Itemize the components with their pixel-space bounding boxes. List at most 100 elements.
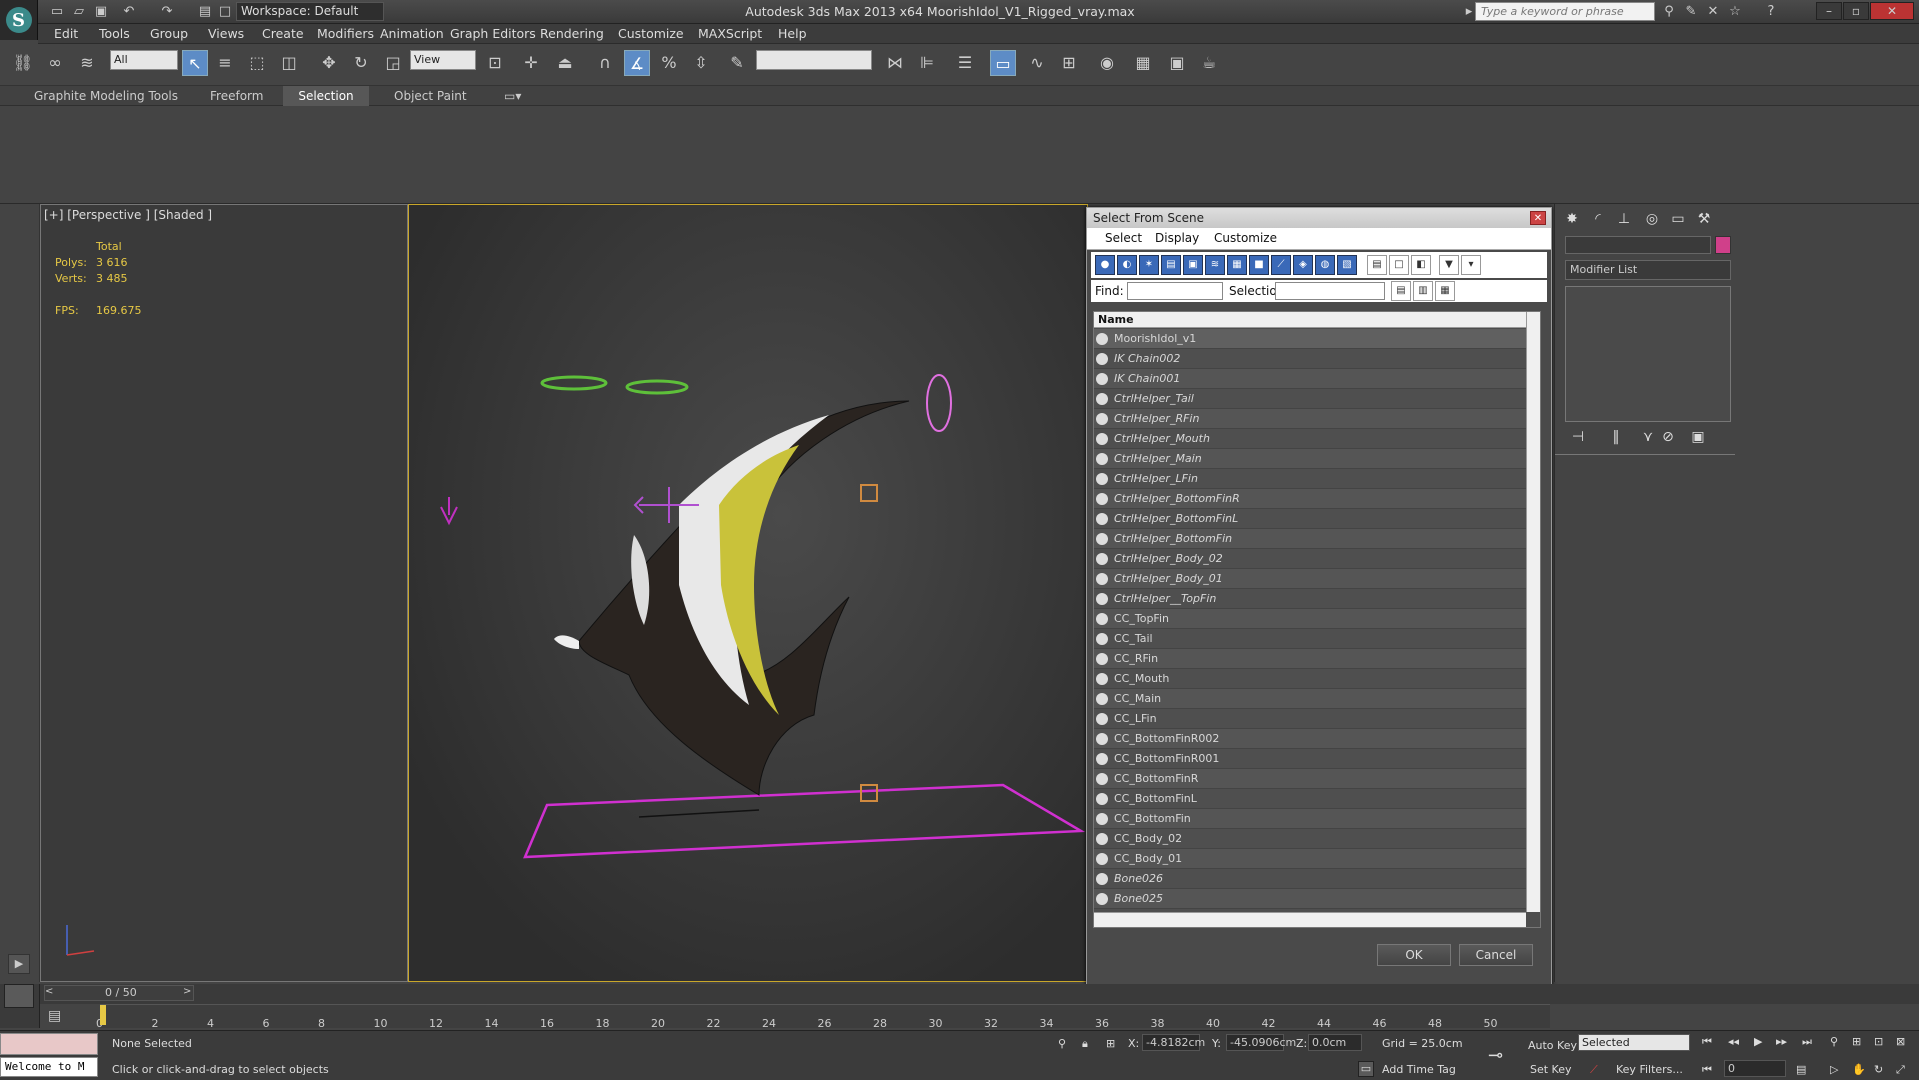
dialog-close-button[interactable]: ✕ xyxy=(1530,211,1546,225)
list-item[interactable]: CC_LFin xyxy=(1094,709,1526,729)
open-file-icon[interactable]: ▱ xyxy=(70,3,88,21)
render-setup-icon[interactable]: ▦ xyxy=(1130,50,1156,76)
layer-manager-icon[interactable]: ☰ xyxy=(952,50,978,76)
material-editor-icon[interactable]: ◉ xyxy=(1094,50,1120,76)
list-item[interactable]: CtrlHelper_BottomFin xyxy=(1094,529,1526,549)
display-geometry-icon[interactable]: ● xyxy=(1095,255,1115,275)
tab-object-paint[interactable]: Object Paint xyxy=(388,86,473,106)
modifier-stack[interactable] xyxy=(1565,286,1731,422)
goto-end-icon[interactable]: ⏭ xyxy=(1802,1035,1812,1049)
menu-rendering[interactable]: Rendering xyxy=(540,24,604,44)
list-item[interactable]: Bone026 xyxy=(1094,869,1526,889)
select-manipulate-icon[interactable]: ✛ xyxy=(518,50,544,76)
zoom-all-icon[interactable]: ⊞ xyxy=(1852,1035,1861,1048)
absolute-mode-icon[interactable]: ⊞ xyxy=(1106,1037,1115,1050)
list-item[interactable]: CtrlHelper_LFin xyxy=(1094,469,1526,489)
tab-selection[interactable]: Selection xyxy=(283,86,369,106)
key-mode-toggle-icon[interactable]: ⏮ xyxy=(1702,1063,1712,1077)
named-selection-icon[interactable]: ✎ xyxy=(724,50,750,76)
list-item[interactable]: IK Chain001 xyxy=(1094,369,1526,389)
help-icon[interactable]: ? xyxy=(1762,3,1780,21)
viewport-label[interactable]: [+] [Perspective ] [Shaded ] xyxy=(44,208,212,222)
keyboard-shortcut-icon[interactable]: ⏏ xyxy=(552,50,578,76)
time-prev-icon[interactable]: < xyxy=(45,986,55,1000)
curve-editor-icon[interactable]: ∿ xyxy=(1024,50,1050,76)
display-hidden-icon[interactable]: ▧ xyxy=(1337,255,1357,275)
create-selection-set-icon[interactable]: ▤ xyxy=(1391,281,1411,301)
viewport-left[interactable] xyxy=(40,204,408,982)
create-tab-icon[interactable]: ✸ xyxy=(1561,208,1583,230)
isolate-icon[interactable]: ⚲ xyxy=(1058,1037,1066,1050)
set-key-button[interactable]: Set Key xyxy=(1530,1063,1572,1076)
menu-maxscript[interactable]: MAXScript xyxy=(698,24,762,44)
select-by-name-icon[interactable]: ≡ xyxy=(212,50,238,76)
list-item[interactable]: CtrlHelper__TopFin xyxy=(1094,589,1526,609)
zoom-icon[interactable]: ⚲ xyxy=(1830,1035,1838,1048)
list-item[interactable]: CC_BottomFinR001 xyxy=(1094,749,1526,769)
viewport-perspective[interactable] xyxy=(408,204,1088,982)
list-item[interactable]: CC_Body_01 xyxy=(1094,849,1526,869)
list-item[interactable]: CtrlHelper_Tail xyxy=(1094,389,1526,409)
dialog-menu-customize[interactable]: Customize xyxy=(1214,231,1277,245)
list-item[interactable]: CC_BottomFinR002 xyxy=(1094,729,1526,749)
favorites-star-icon[interactable]: ☆ xyxy=(1726,3,1744,21)
current-frame-field[interactable]: 0 xyxy=(1724,1060,1786,1077)
selection-set-dropdown[interactable] xyxy=(1275,282,1385,300)
display-lights-icon[interactable]: ✶ xyxy=(1139,255,1159,275)
object-color-swatch[interactable] xyxy=(1715,236,1731,254)
selection-filter-dropdown[interactable]: All xyxy=(110,50,178,70)
goto-start-icon[interactable]: ⏮ xyxy=(1702,1035,1712,1049)
dialog-menu-select[interactable]: Select xyxy=(1105,231,1142,245)
list-item[interactable]: CtrlHelper_BottomFinR xyxy=(1094,489,1526,509)
menu-help[interactable]: Help xyxy=(778,24,807,44)
motion-tab-icon[interactable]: ◎ xyxy=(1641,208,1663,230)
tab-graphite-modeling-tools[interactable]: Graphite Modeling Tools xyxy=(28,86,184,106)
key-filters-button[interactable]: Key Filters... xyxy=(1616,1063,1683,1076)
next-frame-icon[interactable]: ▸▸ xyxy=(1776,1035,1787,1048)
display-containers-icon[interactable]: ◈ xyxy=(1293,255,1313,275)
modify-tab-icon[interactable]: ◜ xyxy=(1587,208,1609,230)
set-key-icon[interactable]: ⊸ xyxy=(1488,1045,1503,1066)
list-item[interactable]: CC_BottomFinR xyxy=(1094,769,1526,789)
menu-graph-editors[interactable]: Graph Editors xyxy=(450,24,536,44)
key-mode-dropdown[interactable]: Selected xyxy=(1578,1034,1690,1051)
zoom-extents-icon[interactable]: ⊡ xyxy=(1874,1035,1883,1048)
window-crossing-icon[interactable]: ◫ xyxy=(276,50,302,76)
rotate-icon[interactable]: ↻ xyxy=(348,50,374,76)
list-vertical-scrollbar[interactable] xyxy=(1526,312,1540,912)
app-menu-button[interactable]: S xyxy=(0,0,38,40)
binoculars-icon[interactable]: ⚲ xyxy=(1660,3,1678,21)
list-item[interactable]: CC_BottomFinL xyxy=(1094,789,1526,809)
link-icon[interactable]: ⛓ xyxy=(10,50,36,76)
display-all-icon[interactable]: ▤ xyxy=(1367,255,1387,275)
unlink-icon[interactable]: ∞ xyxy=(42,50,68,76)
show-end-result-icon[interactable]: ‖ xyxy=(1605,426,1627,448)
viewport-layout-icon[interactable]: ▶ xyxy=(8,954,30,974)
move-icon[interactable]: ✥ xyxy=(316,50,342,76)
list-header-name[interactable]: Name xyxy=(1094,312,1526,328)
list-horizontal-scrollbar[interactable] xyxy=(1094,912,1526,927)
undo-icon[interactable]: ↶ xyxy=(120,3,138,21)
bind-space-warp-icon[interactable]: ≋ xyxy=(74,50,100,76)
list-item[interactable]: CtrlHelper_Main xyxy=(1094,449,1526,469)
list-item[interactable]: CC_Body_02 xyxy=(1094,829,1526,849)
list-item[interactable]: IK Chain002 xyxy=(1094,349,1526,369)
display-tab-icon[interactable]: ▭ xyxy=(1667,208,1689,230)
list-item[interactable]: Bone025 xyxy=(1094,889,1526,909)
pan-view-icon[interactable]: ✋ xyxy=(1852,1063,1866,1076)
list-item[interactable]: CC_TopFin xyxy=(1094,609,1526,629)
maximize-button[interactable]: ▫ xyxy=(1843,2,1869,20)
named-selection-dropdown[interactable] xyxy=(756,50,872,70)
menu-modifiers[interactable]: Modifiers xyxy=(317,24,374,44)
trackbar-toggle-icon[interactable] xyxy=(4,984,34,1008)
angle-snap-icon[interactable]: ∡ xyxy=(624,50,650,76)
maxscript-mini-listener[interactable]: Welcome to M xyxy=(0,1057,98,1077)
list-item[interactable]: CtrlHelper_Mouth xyxy=(1094,429,1526,449)
pin-stack-icon[interactable]: ⊣ xyxy=(1567,426,1589,448)
play-icon[interactable]: ▶ xyxy=(1754,1035,1762,1048)
trackbar-filter-icon[interactable]: ▤ xyxy=(48,1008,78,1028)
snaps-toggle-icon[interactable]: ∩ xyxy=(592,50,618,76)
menu-animation[interactable]: Animation xyxy=(380,24,444,44)
find-input[interactable] xyxy=(1127,282,1223,300)
configure-modifier-sets-icon[interactable]: ▣ xyxy=(1687,426,1709,448)
